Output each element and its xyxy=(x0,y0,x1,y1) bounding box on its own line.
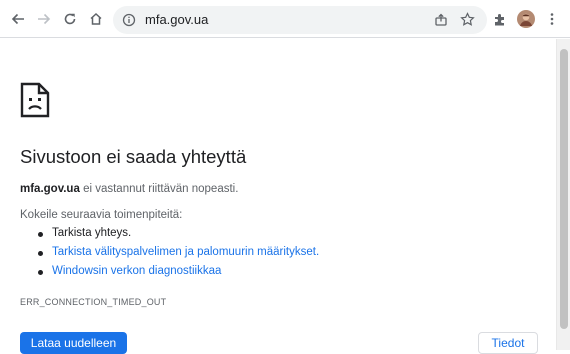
reload-page-button[interactable] xyxy=(59,8,81,30)
scrollbar[interactable] xyxy=(556,39,570,350)
suggestion-proxy-firewall-link[interactable]: Tarkista välityspalvelimen ja palomuurin… xyxy=(52,246,319,258)
suggestions-intro: Kokeile seuraavia toimenpiteitä: xyxy=(20,209,183,221)
menu-icon xyxy=(550,13,554,25)
scrollbar-thumb[interactable] xyxy=(560,49,568,329)
back-icon xyxy=(11,13,24,25)
avatar xyxy=(517,10,535,28)
profile-button[interactable] xyxy=(515,8,537,30)
star-icon[interactable] xyxy=(460,12,475,27)
extensions-button[interactable] xyxy=(489,8,511,30)
suggestion-check-connection: Tarkista yhteys. xyxy=(52,227,132,239)
forward-button[interactable] xyxy=(33,8,55,30)
bullet-dot xyxy=(38,270,43,275)
sad-document-icon xyxy=(20,82,50,118)
info-icon[interactable] xyxy=(122,13,136,27)
back-button[interactable] xyxy=(7,8,29,30)
home-icon xyxy=(90,12,102,25)
reload-icon xyxy=(64,13,76,25)
extensions-icon xyxy=(494,13,504,25)
page-title: Sivustoon ei saada yhteyttä xyxy=(20,146,247,167)
browser-toolbar: mfa.gov.ua xyxy=(0,0,570,38)
details-button[interactable]: Tiedot xyxy=(478,332,538,354)
error-description: mfa.gov.ua ei vastannut riittävän nopeas… xyxy=(20,183,238,195)
suggestion-network-diagnostics-link[interactable]: Windowsin verkon diagnostiikkaa xyxy=(52,265,221,277)
reload-button[interactable]: Lataa uudelleen xyxy=(20,332,127,354)
menu-button[interactable] xyxy=(541,8,563,30)
error-code: ERR_CONNECTION_TIMED_OUT xyxy=(20,297,167,307)
host-message: ei vastannut riittävän nopeasti. xyxy=(83,183,239,195)
home-button[interactable] xyxy=(85,8,107,30)
bullet-dot xyxy=(38,232,43,237)
url-text[interactable]: mfa.gov.ua xyxy=(145,12,208,27)
bullet-dot xyxy=(38,251,43,256)
host-name: mfa.gov.ua xyxy=(20,183,80,195)
forward-icon xyxy=(38,13,51,25)
share-icon[interactable] xyxy=(434,13,448,27)
address-bar[interactable]: mfa.gov.ua xyxy=(113,6,487,34)
